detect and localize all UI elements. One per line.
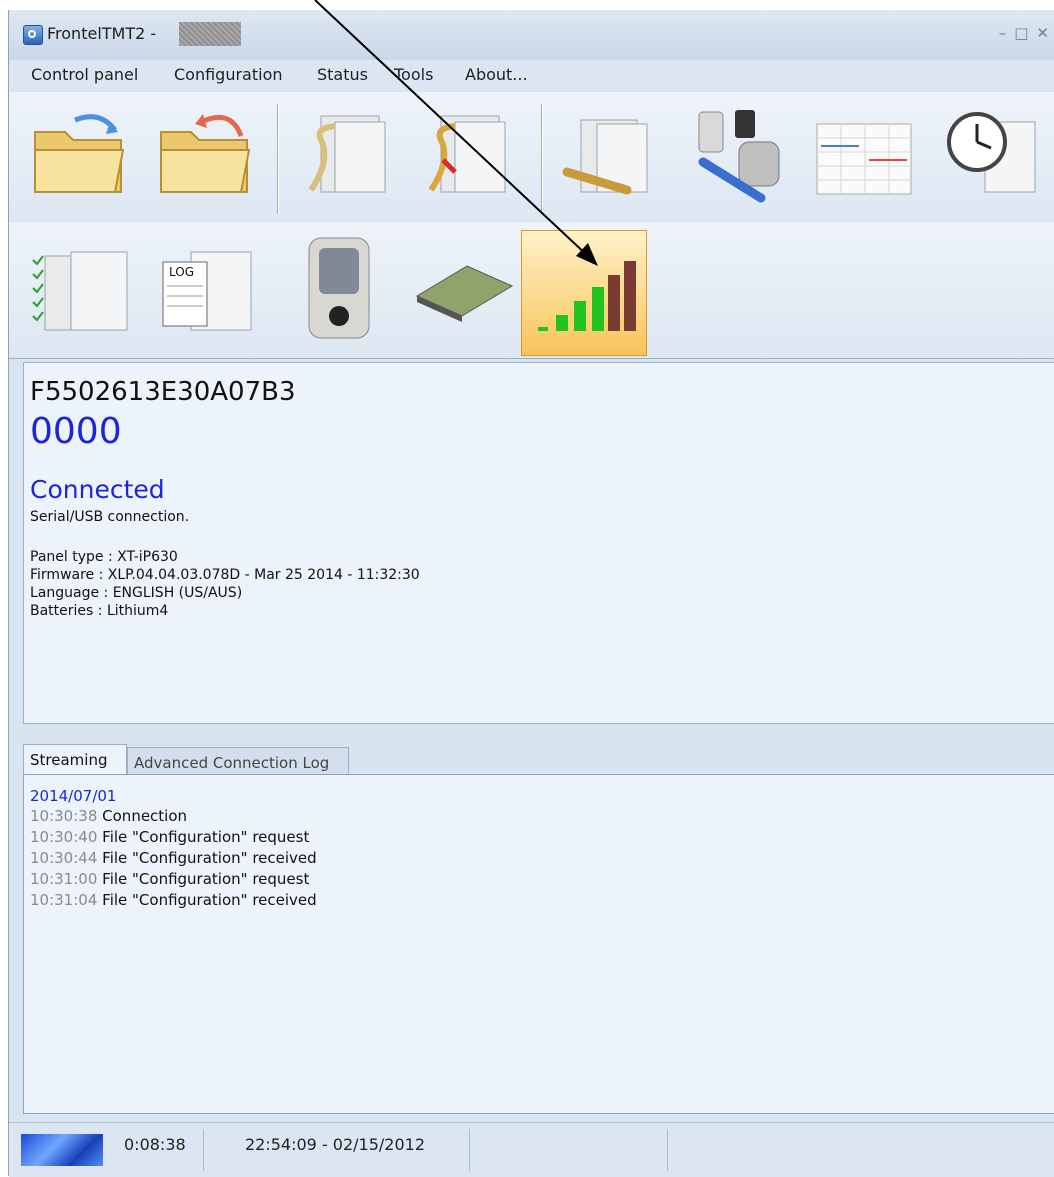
menu-bar: Control panel Configuration Status Tools… [9,60,1054,90]
toolbar-separator [277,104,278,214]
log-text: Connection [102,807,188,825]
panel-settings-icon[interactable] [557,102,667,212]
connection-status: Connected [30,475,165,504]
log-date: 2014/07/01 [30,787,117,805]
log-time: 10:31:00 [30,870,98,888]
status-divider [469,1129,470,1171]
connect-panel-icon[interactable] [291,102,401,212]
schedule-calendar-icon[interactable] [809,102,919,212]
log-line: 10:30:40 File "Configuration" request [30,828,309,846]
disconnect-panel-icon[interactable] [411,102,521,212]
menu-tools[interactable]: Tools [394,65,433,84]
log-text: File "Configuration" received [102,891,317,909]
log-line: 10:30:38 Connection [30,807,187,825]
log-text: File "Configuration" request [102,870,310,888]
activity-indicator [21,1134,103,1166]
log-time: 10:30:44 [30,849,98,867]
menu-configuration[interactable]: Configuration [174,65,283,84]
minimize-icon[interactable]: – [999,24,1007,42]
toolbar-row-2: LOG [9,222,1054,359]
panel-type: Panel type : XT-iP630 [30,549,178,565]
log-line: 10:31:04 File "Configuration" received [30,891,317,909]
restore-folder-icon[interactable] [151,102,261,212]
log-line: 10:31:00 File "Configuration" request [30,870,309,888]
language: Language : ENGLISH (US/AUS) [30,585,243,601]
menu-about[interactable]: About... [465,65,528,84]
window-controls: – □ ✕ [999,24,1049,42]
log-text: File "Configuration" request [102,828,310,846]
redacted-title-area [179,22,241,46]
switch-icon[interactable] [407,236,517,346]
window-title: FrontelTMT2 - [47,24,157,43]
log-time: 10:31:04 [30,891,98,909]
panel-code: 0000 [30,411,122,452]
close-icon[interactable]: ✕ [1036,24,1049,42]
panel-serial: F5502613E30A07B3 [30,377,296,407]
status-divider [667,1129,668,1171]
motion-camera-icon[interactable] [285,232,395,342]
svg-text:LOG: LOG [169,265,194,279]
toolbar-separator [541,104,542,214]
status-divider [203,1129,204,1171]
streaming-log: 2014/07/01 10:30:38 Connection 10:30:40 … [23,774,1054,1114]
title-bar: FrontelTMT2 - – □ ✕ [9,10,1054,60]
app-window: FrontelTMT2 - – □ ✕ Control panel Config… [8,10,1054,1177]
panel-checklist-icon[interactable] [25,236,135,346]
log-text: File "Configuration" received [102,849,317,867]
log-time: 10:30:40 [30,828,98,846]
log-time: 10:30:38 [30,807,98,825]
menu-status[interactable]: Status [317,65,368,84]
current-datetime: 22:54:09 - 02/15/2012 [245,1135,426,1154]
log-tabs: Streaming Advanced Connection Log [23,744,1054,774]
panel-clock-icon[interactable] [935,102,1045,212]
toolbar-row-1 [9,92,1054,223]
signal-strength-icon[interactable] [521,230,647,356]
firmware: Firmware : XLP.04.04.03.078D - Mar 25 20… [30,567,420,583]
log-line: 10:30:44 File "Configuration" received [30,849,317,867]
tab-streaming[interactable]: Streaming [23,744,127,774]
batteries: Batteries : Lithium4 [30,603,169,619]
devices-tools-icon[interactable] [683,102,793,212]
status-bar: 0:08:38 22:54:09 - 02/15/2012 [9,1122,1054,1177]
panel-info: F5502613E30A07B3 0000 Connected Serial/U… [23,362,1054,724]
tab-advanced-connection-log[interactable]: Advanced Connection Log [127,747,349,774]
menu-control-panel[interactable]: Control panel [31,65,138,84]
connection-type: Serial/USB connection. [30,509,190,525]
maximize-icon[interactable]: □ [1014,24,1028,42]
panel-log-icon[interactable]: LOG [151,236,261,346]
app-icon [23,25,43,45]
open-folder-icon[interactable] [25,102,135,212]
elapsed-time: 0:08:38 [124,1135,186,1154]
